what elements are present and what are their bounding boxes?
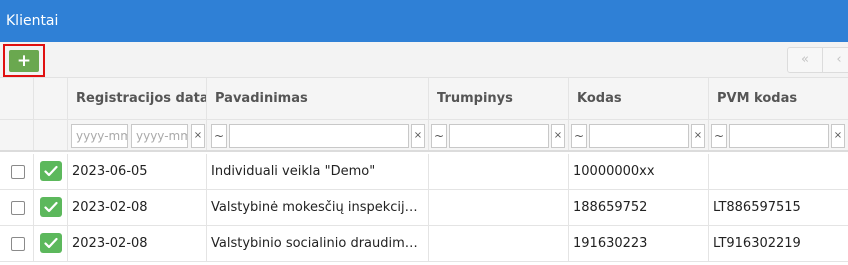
filter-cell-short-name: ~ × [429,120,569,150]
select-cell [0,190,34,225]
vat-code-filter-input[interactable] [729,124,829,148]
header-select-cell [0,78,34,119]
cell-vat-code: LT886597515 [713,200,801,215]
column-header-registration-date[interactable]: Registracijos data [68,78,207,119]
filter-cell-registration-date: yyyy-mm-dd yyyy-mm-dd × [68,120,207,150]
cell-vat-code: LT916302219 [713,236,801,251]
table-row[interactable]: 2023-02-08 Valstybinio socialinio draudi… [0,226,848,262]
status-cell [34,154,68,189]
window-title: Klientai [0,0,848,42]
add-button[interactable]: + [9,50,39,72]
column-header-short-name[interactable]: Trumpinys [429,78,569,119]
cell-code: 191630223 [569,226,709,261]
row-checkbox[interactable] [11,237,25,251]
filter-empty-cell [0,120,34,150]
date-to-input[interactable]: yyyy-mm-dd [131,124,188,148]
cell-short-name [429,154,569,189]
cell-registration-date: 2023-02-08 [68,190,207,225]
active-status-check-icon [40,161,62,181]
status-cell [34,226,68,261]
first-page-button[interactable]: « [787,47,823,73]
date-from-input[interactable]: yyyy-mm-dd [71,124,128,148]
select-cell [0,154,34,189]
operator-button[interactable]: ~ [211,124,227,148]
row-checkbox[interactable] [11,201,25,215]
column-header-vat-code[interactable]: PVM kodas [709,78,848,119]
cell-vat-code [709,154,848,189]
column-header-code[interactable]: Kodas [569,78,709,119]
toolbar: + « ‹ [0,42,848,78]
operator-button[interactable]: ~ [571,124,587,148]
header-status-cell [34,78,68,119]
cell-short-name [429,190,569,225]
cell-name: Valstybinio socialinio draudimo fondo va… [207,226,429,261]
clear-filter-button[interactable]: × [191,124,205,148]
header-row: Registracijos data Pavadinimas Trumpinys… [0,78,848,120]
cell-registration-date: 2023-06-05 [68,154,207,189]
add-button-highlight: + [3,44,45,77]
operator-button[interactable]: ~ [711,124,727,148]
table-row[interactable]: 2023-02-08 Valstybinė mokesčių inspekcij… [0,190,848,226]
cell-name: Individuali veikla "Demo" [207,154,429,189]
clear-filter-button[interactable]: × [691,124,705,148]
clear-filter-button[interactable]: × [551,124,565,148]
name-filter-input[interactable] [229,124,409,148]
previous-page-button[interactable]: ‹ [822,47,848,73]
cell-code: 10000000xx [569,154,709,189]
filter-cell-name: ~ × [207,120,429,150]
cell-registration-date: 2023-02-08 [68,226,207,261]
row-checkbox[interactable] [11,165,25,179]
clear-filter-button[interactable]: × [831,124,845,148]
cell-name: Valstybinė mokesčių inspekcija prie Liet… [207,190,429,225]
cell-code: 188659752 [569,190,709,225]
column-header-name[interactable]: Pavadinimas [207,78,429,119]
cell-short-name [429,226,569,261]
code-filter-input[interactable] [589,124,689,148]
table-row[interactable]: 2023-06-05 Individuali veikla "Demo" 100… [0,154,848,190]
filter-cell-code: ~ × [569,120,709,150]
active-status-check-icon [40,197,62,217]
status-cell [34,190,68,225]
select-cell [0,226,34,261]
filter-empty-cell [34,120,68,150]
clear-filter-button[interactable]: × [411,124,425,148]
operator-button[interactable]: ~ [431,124,447,148]
filter-row: yyyy-mm-dd yyyy-mm-dd × ~ × ~ × ~ × ~ × [0,120,848,152]
active-status-check-icon [40,233,62,253]
filter-cell-vat-code: ~ × [709,120,848,150]
short-name-filter-input[interactable] [449,124,549,148]
